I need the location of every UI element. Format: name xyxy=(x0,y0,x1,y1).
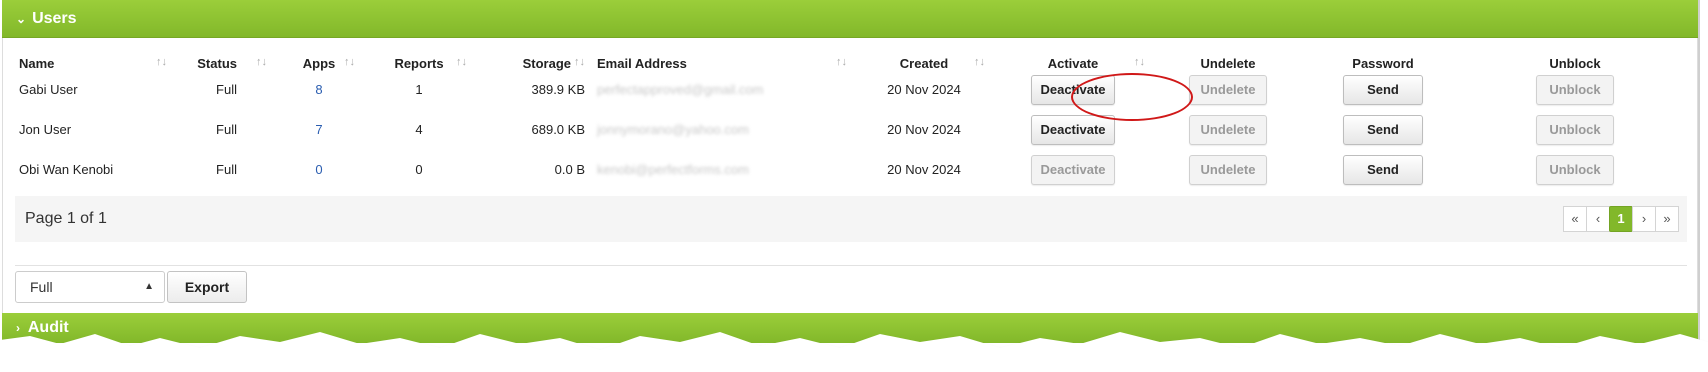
pagination: « ‹ 1 › » xyxy=(1563,206,1679,232)
unblock-button[interactable]: Unblock xyxy=(1536,75,1614,105)
column-undelete: Undelete xyxy=(1200,55,1256,71)
user-email: kenobi@perfectforms.com xyxy=(597,162,749,177)
user-status: Full xyxy=(216,82,237,97)
user-status: Full xyxy=(216,162,237,177)
undelete-button[interactable]: Undelete xyxy=(1189,75,1267,105)
send-password-button[interactable]: Send xyxy=(1343,155,1423,185)
next-page-button[interactable]: › xyxy=(1632,206,1656,232)
user-name: Jon User xyxy=(19,122,72,137)
undelete-button[interactable]: Undelete xyxy=(1189,115,1267,145)
panel-title: Users xyxy=(32,9,77,27)
user-apps[interactable]: 0 xyxy=(275,154,363,194)
table-header-row: Name ↑↓ Status ↑↓ Apps ↑↓ Reports ↑↓ Storage… xyxy=(15,52,1687,74)
first-page-button[interactable]: « xyxy=(1563,206,1587,232)
deactivate-button[interactable]: Deactivate xyxy=(1031,155,1115,185)
prev-page-button[interactable]: ‹ xyxy=(1586,206,1610,232)
chevron-down-icon: ⌄ xyxy=(16,11,27,26)
sort-icon[interactable]: ↑↓ xyxy=(344,56,355,68)
table-row: Obi Wan Kenobi Full 0 0 0.0 B kenobi@per… xyxy=(15,154,1687,194)
users-table: Name ↑↓ Status ↑↓ Apps ↑↓ Reports ↑↓ Storage… xyxy=(15,52,1687,194)
status-filter-value: Full xyxy=(30,279,53,295)
send-password-button[interactable]: Send xyxy=(1343,75,1423,105)
page-indicator: Page 1 of 1 xyxy=(25,210,107,227)
user-storage: 689.0 KB xyxy=(531,122,586,137)
export-button[interactable]: Export xyxy=(167,271,247,303)
user-status: Full xyxy=(216,122,237,137)
unblock-button[interactable]: Unblock xyxy=(1536,115,1614,145)
user-reports: 0 xyxy=(415,162,423,177)
user-storage: 389.9 KB xyxy=(531,82,586,97)
column-password: Password xyxy=(1352,55,1414,71)
user-created: 20 Nov 2024 xyxy=(887,162,961,177)
users-panel-body: Name ↑↓ Status ↑↓ Apps ↑↓ Reports ↑↓ Storage… xyxy=(2,38,1698,322)
user-apps[interactable]: 7 xyxy=(275,114,363,154)
deactivate-button[interactable]: Deactivate xyxy=(1031,115,1115,145)
last-page-button[interactable]: » xyxy=(1655,206,1679,232)
deactivate-button[interactable]: Deactivate xyxy=(1031,75,1115,105)
divider xyxy=(15,265,1687,266)
column-apps[interactable]: Apps ↑↓ xyxy=(275,52,363,74)
status-filter-select[interactable]: Full ▲▼ xyxy=(15,271,165,322)
sort-icon[interactable]: ↑↓ xyxy=(574,56,585,68)
undelete-button[interactable]: Undelete xyxy=(1189,155,1267,185)
column-storage[interactable]: Storage ↑↓ xyxy=(475,52,593,74)
unblock-button[interactable]: Unblock xyxy=(1536,155,1614,185)
sort-icon[interactable]: ↑↓ xyxy=(456,56,467,68)
user-name: Gabi User xyxy=(19,82,78,97)
users-panel: ⌄ Users Name ↑↓ Status ↑↓ Apps ↑↓ Reports ↑↓… xyxy=(0,0,1708,372)
user-name: Obi Wan Kenobi xyxy=(19,162,114,177)
user-email: jonnymorano@yahoo.com xyxy=(597,122,749,137)
column-unblock: Unblock xyxy=(1549,55,1601,71)
user-created: 20 Nov 2024 xyxy=(887,122,961,137)
user-storage: 0.0 B xyxy=(554,162,585,177)
user-apps[interactable]: 8 xyxy=(275,74,363,114)
column-created[interactable]: Created ↑↓ xyxy=(855,52,993,74)
user-email: perfectapproved@gmail.com xyxy=(597,82,764,97)
column-status[interactable]: Status ↑↓ xyxy=(175,52,275,74)
pagination-bar: Page 1 of 1 « ‹ 1 › » xyxy=(15,196,1687,242)
users-panel-header[interactable]: ⌄ Users xyxy=(2,0,1698,38)
column-activate[interactable]: Activate ↑↓ xyxy=(993,52,1153,74)
table-row: Jon User Full 7 4 689.0 KB jonnymorano@y… xyxy=(15,114,1687,154)
sort-icon[interactable]: ↑↓ xyxy=(1134,56,1145,68)
user-reports: 4 xyxy=(415,122,423,137)
column-reports[interactable]: Reports ↑↓ xyxy=(363,52,475,74)
sort-icon[interactable]: ↑↓ xyxy=(836,56,847,68)
send-password-button[interactable]: Send xyxy=(1343,115,1423,145)
column-email[interactable]: Email Address ↑↓ xyxy=(593,52,855,74)
column-name[interactable]: Name ↑↓ xyxy=(15,52,175,74)
sort-icon[interactable]: ↑↓ xyxy=(974,56,985,68)
sort-icon[interactable]: ↑↓ xyxy=(256,56,267,68)
user-created: 20 Nov 2024 xyxy=(887,82,961,97)
user-reports: 1 xyxy=(415,82,423,97)
sort-icon[interactable]: ↑↓ xyxy=(156,56,167,68)
table-row: Gabi User Full 8 1 389.9 KB perfectappro… xyxy=(15,74,1687,114)
page-1-button[interactable]: 1 xyxy=(1609,206,1633,232)
torn-edge-decoration xyxy=(0,332,1708,372)
